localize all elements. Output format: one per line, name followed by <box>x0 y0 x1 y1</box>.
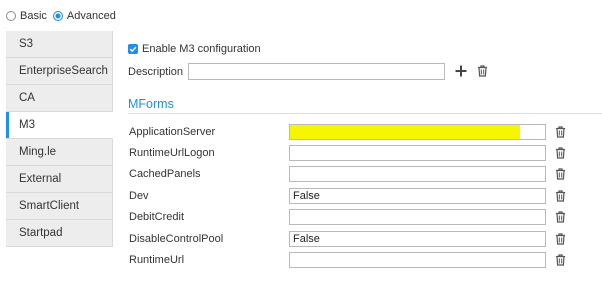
radio-basic-circle[interactable] <box>6 11 16 21</box>
mode-selector: Basic Advanced <box>6 9 122 23</box>
description-label: Description <box>128 66 184 78</box>
sidebar-item-mingle[interactable]: Ming.le <box>6 139 113 166</box>
disablecontrolpool-input[interactable] <box>289 231 546 247</box>
redaction-highlight <box>290 125 520 139</box>
mforms-section-title: MForms <box>128 97 174 111</box>
field-label-debitcredit: DebitCredit <box>129 211 185 223</box>
trash-icon[interactable] <box>555 168 566 180</box>
field-label-cachedpanels: CachedPanels <box>129 168 201 180</box>
radio-advanced-label: Advanced <box>66 10 116 22</box>
enable-m3-checkbox[interactable] <box>128 43 138 54</box>
section-divider <box>128 113 602 114</box>
description-input[interactable] <box>188 63 445 80</box>
field-label-runtimeurl: RuntimeUrl <box>129 254 185 266</box>
trash-icon[interactable] <box>555 254 566 266</box>
enable-m3-label: Enable M3 configuration <box>142 42 261 55</box>
radio-advanced[interactable]: Advanced <box>52 10 116 22</box>
field-label-applicationserver: ApplicationServer <box>129 126 216 138</box>
sidebar: S3 EnterpriseSearch CA M3 Ming.le Extern… <box>6 31 113 247</box>
sidebar-item-enterprisesearch[interactable]: EnterpriseSearch <box>6 58 113 85</box>
dev-input[interactable] <box>289 188 546 204</box>
sidebar-item-external[interactable]: External <box>6 166 113 193</box>
field-label-dev: Dev <box>129 190 149 202</box>
cachedpanels-input[interactable] <box>289 166 546 182</box>
checkmark-icon <box>129 46 137 52</box>
runtimeurllogon-input[interactable] <box>289 145 546 161</box>
runtimeurl-input[interactable] <box>289 252 546 268</box>
enable-row: Enable M3 configuration <box>128 42 261 55</box>
sidebar-item-smartclient[interactable]: SmartClient <box>6 193 113 220</box>
sidebar-item-m3[interactable]: M3 <box>6 112 113 139</box>
field-label-disablecontrolpool: DisableControlPool <box>129 233 224 245</box>
sidebar-item-s3[interactable]: S3 <box>6 31 113 58</box>
field-label-runtimeurllogon: RuntimeUrlLogon <box>129 147 215 159</box>
trash-icon[interactable] <box>555 233 566 245</box>
radio-advanced-circle[interactable] <box>52 11 63 21</box>
plus-icon[interactable] <box>454 64 468 78</box>
trash-icon[interactable] <box>555 211 566 223</box>
radio-basic[interactable]: Basic <box>6 10 47 22</box>
radio-basic-label: Basic <box>20 10 47 22</box>
debitcredit-input[interactable] <box>289 209 546 225</box>
trash-icon[interactable] <box>555 190 566 202</box>
trash-icon[interactable] <box>477 65 488 77</box>
sidebar-item-ca[interactable]: CA <box>6 85 113 112</box>
trash-icon[interactable] <box>555 147 566 159</box>
trash-icon[interactable] <box>555 126 566 138</box>
sidebar-item-startpad[interactable]: Startpad <box>6 220 113 247</box>
